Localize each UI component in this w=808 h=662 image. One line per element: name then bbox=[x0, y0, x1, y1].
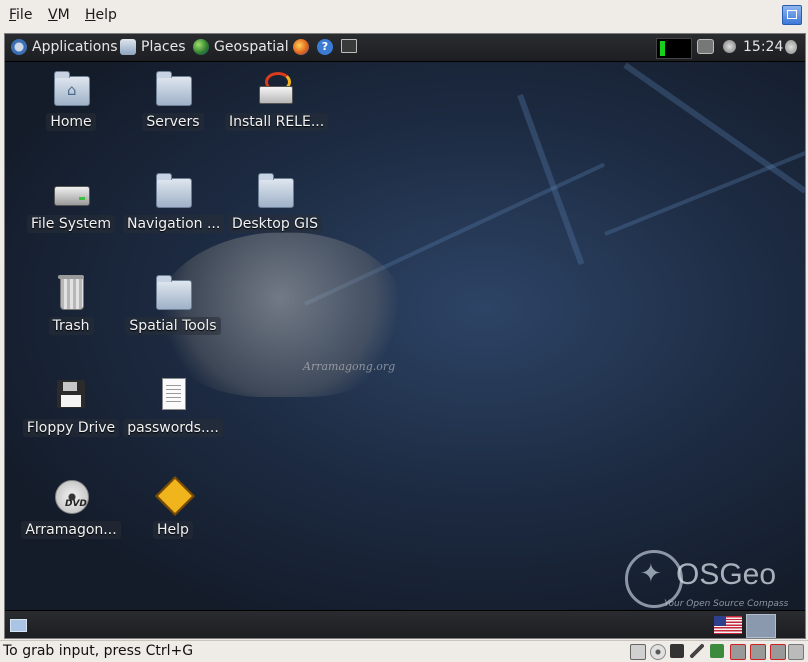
desktop-icon-label: Install RELE... bbox=[225, 113, 329, 131]
help-icon bbox=[155, 476, 195, 516]
usb-device-icon[interactable] bbox=[690, 644, 704, 658]
osgeo-tagline: Your Open Source Compass bbox=[664, 599, 789, 609]
places-label: Places bbox=[141, 39, 186, 55]
folder-icon bbox=[156, 275, 192, 310]
floppy-icon bbox=[57, 380, 85, 408]
desktop-icon-label: Navigation ... bbox=[123, 215, 225, 233]
menu-help-accel: H bbox=[85, 7, 96, 23]
cdrom-device-icon[interactable] bbox=[650, 644, 666, 660]
firefox-icon[interactable] bbox=[293, 39, 309, 55]
text-file-icon bbox=[162, 378, 186, 410]
desktop-icon-label: Help bbox=[153, 521, 193, 539]
cpu-bar-icon bbox=[660, 41, 665, 56]
desktop-icon-navigation[interactable]: Navigation ... bbox=[123, 172, 225, 233]
desktop-icon-passwords[interactable]: passwords.... bbox=[123, 376, 223, 437]
desktop[interactable]: Arramagong.org OSGeo Your Open Source Co… bbox=[5, 62, 805, 610]
host-statusbar: To grab input, press Ctrl+G bbox=[0, 640, 808, 662]
hard-drive-icon bbox=[54, 186, 90, 206]
menu-help-rest: elp bbox=[95, 7, 117, 23]
help-question-icon[interactable]: ? bbox=[317, 39, 333, 55]
trash-icon bbox=[58, 275, 84, 310]
system-monitor-graph[interactable] bbox=[656, 38, 692, 59]
home-folder-icon: ⌂ bbox=[54, 71, 90, 106]
top-panel: Applications Places Geospatial ? 15:24 bbox=[5, 34, 805, 62]
geospatial-label: Geospatial bbox=[214, 39, 289, 55]
power-icon[interactable] bbox=[785, 40, 797, 54]
desktop-icon-spatial-tools[interactable]: Spatial Tools bbox=[123, 274, 223, 335]
workspace-switcher[interactable] bbox=[746, 614, 776, 638]
desktop-icon-file-system[interactable]: File System bbox=[21, 172, 121, 233]
menu-vm-accel: V bbox=[48, 7, 58, 23]
desktop-icon-help[interactable]: Help bbox=[123, 476, 223, 539]
desktop-icon-servers[interactable]: Servers bbox=[123, 70, 223, 131]
fullscreen-toggle-icon[interactable] bbox=[782, 5, 802, 25]
guest-screen[interactable]: Applications Places Geospatial ? 15:24 A… bbox=[4, 33, 806, 639]
hard-disk-device-icon[interactable] bbox=[630, 644, 646, 660]
network-device-icon[interactable] bbox=[710, 644, 724, 658]
volume-icon[interactable] bbox=[723, 40, 736, 53]
keyboard-layout-flag-icon[interactable] bbox=[714, 616, 742, 634]
show-desktop-icon[interactable] bbox=[10, 619, 27, 632]
status-message: To grab input, press Ctrl+G bbox=[3, 643, 194, 659]
desktop-icon-label: Desktop GIS bbox=[227, 215, 323, 233]
clock[interactable]: 15:24 bbox=[743, 39, 783, 55]
network-icon[interactable] bbox=[697, 39, 714, 54]
wallpaper-streak bbox=[623, 62, 805, 194]
desktop-icon-home[interactable]: ⌂ Home bbox=[21, 70, 121, 131]
desktop-icon-label: Trash bbox=[48, 317, 94, 335]
gnome-foot-icon bbox=[11, 39, 27, 55]
applications-label: Applications bbox=[32, 39, 118, 55]
desktop-icon-label: passwords.... bbox=[123, 419, 223, 437]
folder-icon bbox=[258, 173, 294, 208]
terminal-icon[interactable] bbox=[341, 39, 357, 53]
desktop-icon-label: Home bbox=[46, 113, 96, 131]
desktop-icon-label: Spatial Tools bbox=[125, 317, 221, 335]
messages-icon[interactable] bbox=[788, 644, 804, 660]
sound-device-icon[interactable] bbox=[750, 644, 766, 660]
globe-icon bbox=[193, 39, 209, 55]
wallpaper-watermark-text: Arramagong.org bbox=[303, 360, 396, 373]
desktop-icon-label: Arramagon... bbox=[21, 521, 121, 539]
geospatial-menu[interactable]: Geospatial bbox=[193, 39, 289, 55]
osgeo-brand-text: OSGeo bbox=[676, 558, 777, 591]
serial-device-icon[interactable] bbox=[770, 644, 786, 660]
desktop-icon-trash[interactable]: Trash bbox=[21, 274, 121, 335]
desktop-icon-label: File System bbox=[26, 215, 116, 233]
desktop-icon-label: Servers bbox=[142, 113, 204, 131]
folder-icon bbox=[156, 71, 192, 106]
menu-file-rest: ile bbox=[16, 7, 33, 23]
host-menubar: File VM Help bbox=[0, 0, 808, 30]
menu-file-accel: F bbox=[9, 7, 17, 23]
dvd-icon-text: DVD bbox=[65, 499, 87, 509]
menu-vm-rest: M bbox=[57, 7, 70, 23]
desktop-icon-dvd[interactable]: DVD Arramagon... bbox=[21, 478, 121, 539]
menu-help[interactable]: Help bbox=[85, 7, 117, 23]
bottom-panel bbox=[5, 610, 805, 638]
desktop-icon-floppy-drive[interactable]: Floppy Drive bbox=[21, 376, 121, 437]
dvd-icon: DVD bbox=[55, 480, 89, 514]
printer-device-icon[interactable] bbox=[730, 644, 746, 660]
menu-file[interactable]: File bbox=[9, 7, 32, 23]
clock-text: 15:24 bbox=[743, 39, 784, 55]
applications-menu[interactable]: Applications bbox=[11, 39, 118, 55]
wallpaper-streak bbox=[604, 149, 805, 236]
menu-vm[interactable]: VM bbox=[48, 7, 70, 23]
desktop-icon-label: Floppy Drive bbox=[22, 419, 120, 437]
places-folder-icon bbox=[120, 39, 136, 55]
desktop-icon-install[interactable]: Install RELE... bbox=[225, 70, 329, 131]
places-menu[interactable]: Places bbox=[120, 39, 186, 55]
desktop-icon-desktop-gis[interactable]: Desktop GIS bbox=[225, 172, 325, 233]
folder-icon bbox=[156, 173, 192, 208]
floppy-device-icon[interactable] bbox=[670, 644, 684, 658]
installer-drive-icon bbox=[259, 86, 293, 104]
